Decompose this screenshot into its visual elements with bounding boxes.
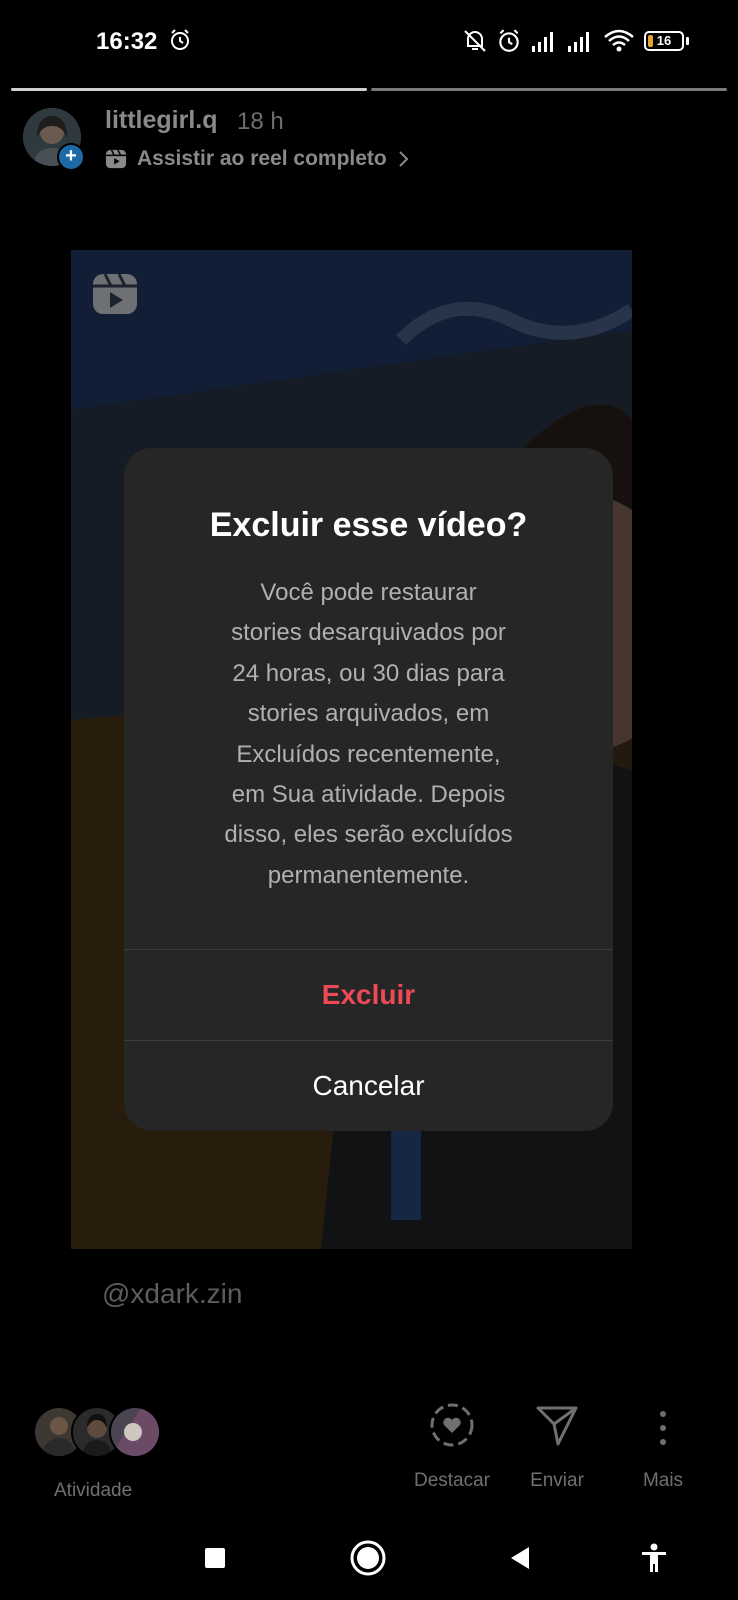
system-nav-bar: [0, 1518, 738, 1600]
add-story-badge[interactable]: +: [57, 143, 85, 171]
watch-full-reel-label: Assistir ao reel completo: [137, 147, 387, 170]
alarm-icon: [499, 29, 519, 52]
story-action-bar: Atividade Destacar Enviar Mais: [0, 1388, 738, 1518]
alarm-icon: [171, 29, 189, 50]
story-progress-1: [11, 88, 367, 91]
more-label: Mais: [642, 1470, 684, 1491]
send-label: Enviar: [530, 1470, 584, 1491]
viewer-avatar: [109, 1406, 161, 1458]
dialog-message: Você pode restaurar stories desarquivado…: [224, 579, 513, 889]
battery-icon: 16: [644, 31, 684, 51]
story-username[interactable]: littlegirl.q: [105, 106, 218, 135]
signal-icon: [568, 32, 589, 52]
story-time-ago: 18 h: [237, 108, 284, 135]
send-button[interactable]: Enviar: [502, 1388, 612, 1492]
accessibility-icon: [642, 1543, 666, 1572]
battery-percent: 16: [656, 33, 672, 48]
mention-sticker[interactable]: @xdark.zin: [102, 1278, 242, 1310]
reels-icon: [105, 149, 127, 169]
story-progress-fill: [11, 88, 367, 91]
send-paper-plane-icon: [536, 1406, 578, 1446]
activity-label[interactable]: Atividade: [54, 1480, 132, 1502]
story-progress-2: [371, 88, 727, 91]
home-button[interactable]: [346, 1536, 390, 1580]
dialog-title: Excluir esse vídeo?: [209, 506, 528, 544]
status-bar: 16:32 16: [0, 0, 738, 86]
highlight-heart-icon: [430, 1403, 474, 1447]
more-button[interactable]: Mais: [608, 1388, 718, 1492]
recents-button[interactable]: [193, 1536, 237, 1580]
back-triangle-icon: [511, 1547, 529, 1569]
cancel-button[interactable]: Cancelar: [124, 1041, 613, 1131]
status-time: 16:32: [96, 28, 158, 55]
recents-square-icon: [205, 1548, 225, 1568]
delete-confirmation-dialog: Excluir esse vídeo? Você pode restaurar …: [124, 448, 613, 1131]
viewer-avatars[interactable]: [33, 1406, 168, 1458]
delete-button[interactable]: Excluir: [124, 950, 613, 1040]
battery-nub: [686, 37, 689, 45]
mute-bell-icon: [464, 30, 486, 52]
watch-full-reel-link[interactable]: Assistir ao reel completo: [105, 144, 411, 174]
highlight-label: Destacar: [413, 1470, 491, 1491]
reels-icon: [93, 273, 137, 314]
home-circle-icon: [350, 1540, 386, 1576]
signal-icon: [532, 32, 553, 52]
chevron-right-icon: [399, 151, 409, 167]
accessibility-button[interactable]: [632, 1536, 676, 1580]
wifi-icon: [604, 29, 634, 52]
back-button[interactable]: [498, 1536, 542, 1580]
more-vertical-icon: [660, 1411, 666, 1445]
highlight-button[interactable]: Destacar: [397, 1388, 507, 1492]
